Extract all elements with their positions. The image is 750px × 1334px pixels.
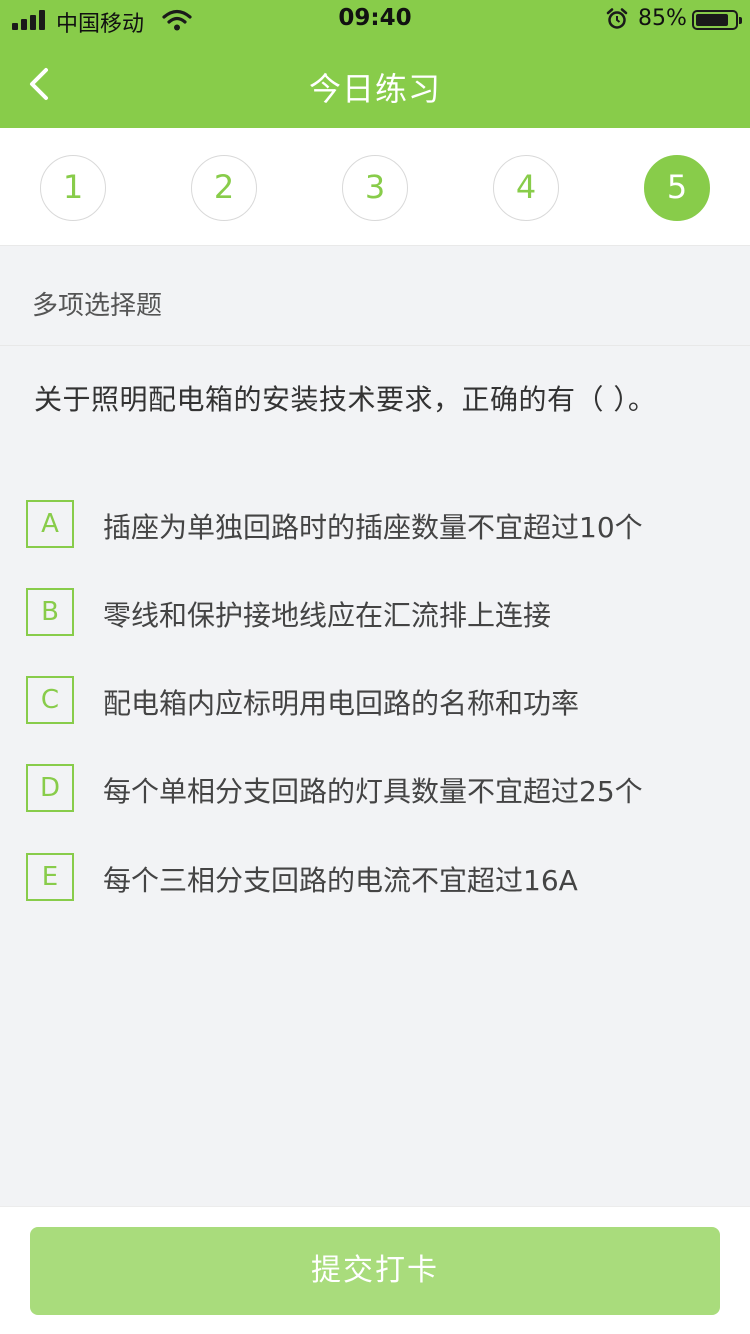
question-tab-2[interactable]: 2 [191,155,257,221]
question-text: 关于照明配电箱的安装技术要求，正确的有（ ）。 [34,383,657,416]
option-letter[interactable]: E [26,853,74,901]
option-letter[interactable]: A [26,500,74,548]
option-letter[interactable]: D [26,764,74,812]
option-text: 零线和保护接地线应在汇流排上连接 [103,599,552,632]
battery-icon [692,10,742,30]
footer-bar: 提交打卡 [0,1206,750,1334]
option-text: 插座为单独回路时的插座数量不宜超过10个 [103,511,643,544]
practice-page: 中国移动 09:40 85% 今日练习 1 2 3 4 5 多项选择题 关于照明… [0,0,750,1334]
header: 中国移动 09:40 85% 今日练习 [0,0,750,128]
battery-fill [696,14,728,26]
question-tab-4[interactable]: 4 [493,155,559,221]
question-number-tabs: 1 2 3 4 5 [0,128,750,246]
alarm-icon [606,8,628,29]
option-d[interactable]: D 每个单相分支回路的灯具数量不宜超过25个 [26,764,726,812]
status-bar: 中国移动 09:40 85% [0,0,750,40]
submit-checkin-button[interactable]: 提交打卡 [30,1227,720,1315]
option-c[interactable]: C 配电箱内应标明用电回路的名称和功率 [26,676,726,724]
page-title: 今日练习 [308,70,441,108]
option-e[interactable]: E 每个三相分支回路的电流不宜超过16A [26,853,726,901]
question-tab-1[interactable]: 1 [40,155,106,221]
battery-percent: 85% [638,6,687,31]
option-text: 每个三相分支回路的电流不宜超过16A [103,864,578,897]
question-tab-3[interactable]: 3 [342,155,408,221]
option-letter[interactable]: C [26,676,74,724]
option-text: 配电箱内应标明用电回路的名称和功率 [103,687,580,720]
option-text: 每个单相分支回路的灯具数量不宜超过25个 [103,775,643,808]
question-tab-5[interactable]: 5 [644,155,710,221]
option-b[interactable]: B 零线和保护接地线应在汇流排上连接 [26,588,726,636]
question-type-label: 多项选择题 [32,291,163,321]
option-a[interactable]: A 插座为单独回路时的插座数量不宜超过10个 [26,500,726,548]
divider [0,345,750,346]
option-letter[interactable]: B [26,588,74,636]
